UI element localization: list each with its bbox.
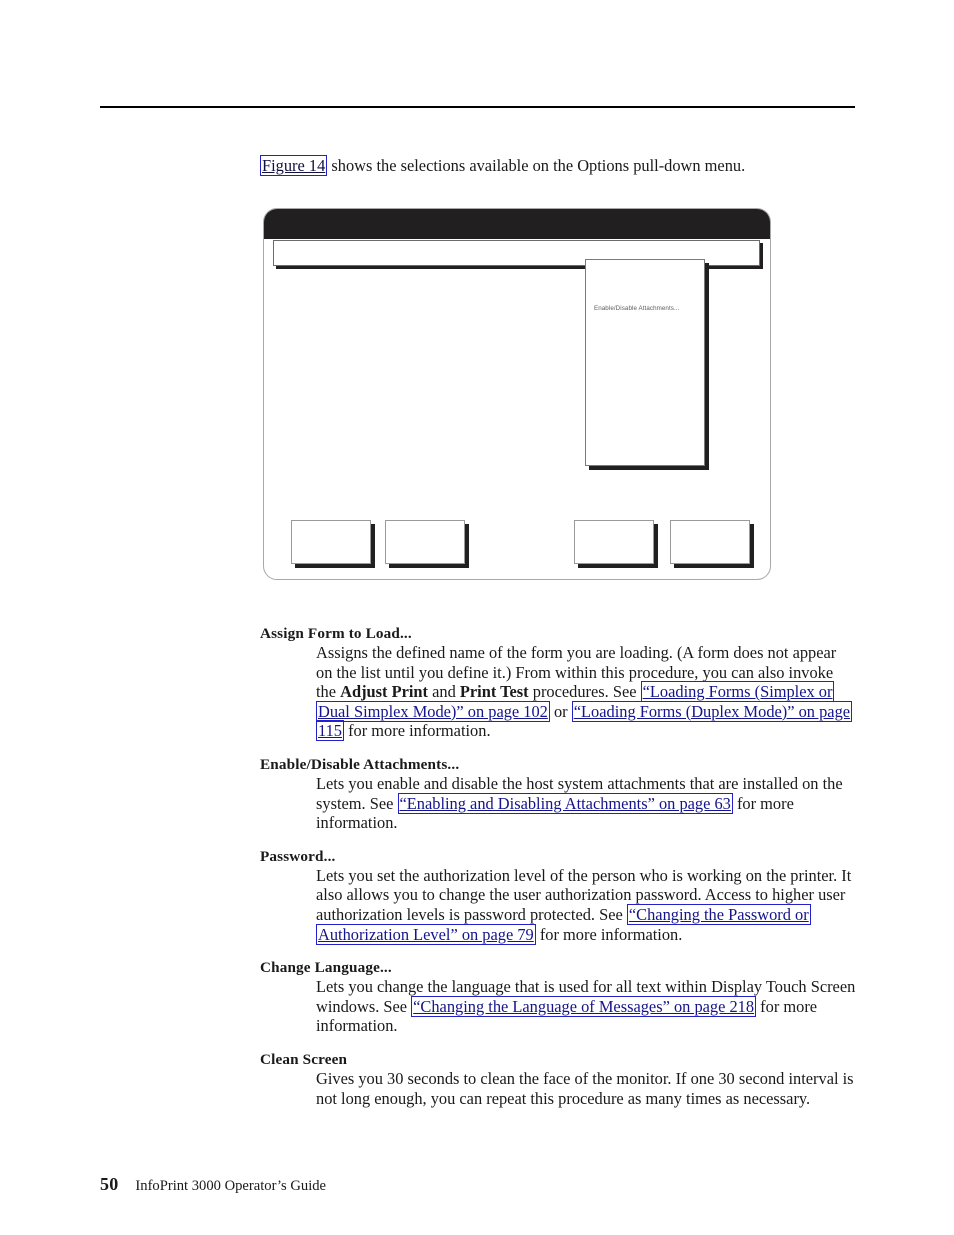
menu-item-enable-disable-attachments[interactable]: Enable/Disable Attachments... xyxy=(594,305,679,312)
figure-reference-sentence: Figure 14 shows the selections available… xyxy=(260,155,860,176)
definition-term: Password... xyxy=(260,847,336,865)
body-text: Gives you 30 seconds to clean the face o… xyxy=(316,1068,854,1108)
definition-term: Clean Screen xyxy=(260,1050,348,1068)
definition-description: Lets you set the authorization level of … xyxy=(316,866,856,945)
body-text: or xyxy=(549,701,572,721)
footer-book-title: InfoPrint 3000 Operator’s Guide xyxy=(135,1178,327,1194)
options-pulldown-panel[interactable]: Enable/Disable Attachments... xyxy=(585,259,705,466)
figure-button-4[interactable] xyxy=(670,520,750,564)
definition-term: Enable/Disable Attachments... xyxy=(260,755,460,773)
definition-entry: Change Language... Lets you change the la… xyxy=(260,958,856,1036)
figure-button-2[interactable] xyxy=(385,520,465,564)
cross-reference-link[interactable]: “Changing the Language of Messages” on p… xyxy=(411,995,757,1017)
figure-button-3[interactable] xyxy=(574,520,654,564)
options-menu-definition-list: Assign Form to Load... Assigns the define… xyxy=(260,624,856,1122)
definition-description: Gives you 30 seconds to clean the face o… xyxy=(316,1069,856,1108)
body-text: procedures. See xyxy=(528,682,641,702)
body-text: and xyxy=(428,682,460,702)
definition-entry: Password... Lets you set the authorizatio… xyxy=(260,847,856,945)
figure-options-pulldown-screenshot: Enable/Disable Attachments... xyxy=(263,208,771,580)
definition-description: Lets you change the language that is use… xyxy=(316,977,856,1036)
figure-reference-text: shows the selections available on the Op… xyxy=(327,156,746,175)
definition-entry: Assign Form to Load... Assigns the define… xyxy=(260,624,856,742)
definition-description: Assigns the defined name of the form you… xyxy=(316,643,856,742)
definition-term: Change Language... xyxy=(260,959,392,977)
figure-button-1[interactable] xyxy=(291,520,371,564)
figure-14-link[interactable]: Figure 14 xyxy=(260,155,328,176)
cross-reference-link[interactable]: “Enabling and Disabling Attachments” on … xyxy=(397,792,733,814)
emphasis-text: Print Test xyxy=(459,682,529,702)
definition-term: Assign Form to Load... xyxy=(260,625,412,642)
definition-description: Lets you enable and disable the host sys… xyxy=(316,774,856,833)
emphasis-text: Adjust Print xyxy=(340,682,429,702)
body-text: for more information. xyxy=(343,721,491,741)
figure-titlebar xyxy=(264,209,770,239)
definition-entry: Enable/Disable Attachments... Lets you en… xyxy=(260,755,856,833)
definition-entry: Clean Screen Gives you 30 seconds to clea… xyxy=(260,1050,856,1108)
header-rule xyxy=(100,106,855,108)
footer-page-number: 50 xyxy=(100,1174,119,1194)
body-text: for more information. xyxy=(535,924,683,944)
page-footer: 50 InfoPrint 3000 Operator’s Guide xyxy=(100,1174,326,1195)
